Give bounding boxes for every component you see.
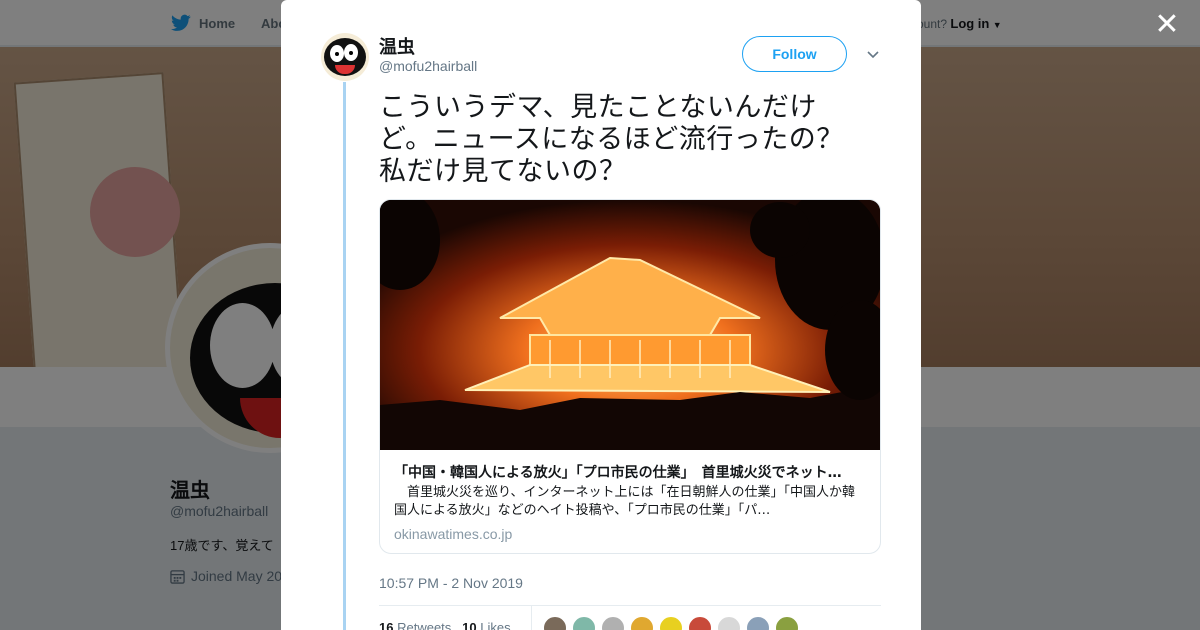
avatar-pupil-left bbox=[335, 52, 339, 56]
liker-avatar[interactable] bbox=[630, 616, 654, 630]
card-description: 首里城火災を巡り、インターネット上には「在日朝鮮人の仕業」「中国人か韓国人による… bbox=[394, 485, 855, 518]
card-title: 「中国・韓国人による放火」「プロ市民の仕業」 首里城火災でネット… bbox=[394, 465, 842, 481]
likes-count[interactable]: 10 bbox=[462, 620, 476, 630]
liker-avatar[interactable] bbox=[688, 616, 712, 630]
stats-separator bbox=[531, 606, 532, 630]
liker-avatar[interactable] bbox=[775, 616, 799, 630]
tweet-timestamp[interactable]: 10:57 PM - 2 Nov 2019 bbox=[379, 575, 523, 591]
liker-avatar[interactable] bbox=[601, 616, 625, 630]
liker-avatar[interactable] bbox=[717, 616, 741, 630]
follow-button[interactable]: Follow bbox=[742, 36, 847, 72]
card-image bbox=[380, 200, 880, 450]
liker-avatars bbox=[543, 616, 799, 630]
author-avatar[interactable] bbox=[321, 33, 369, 81]
author-handle[interactable]: @mofu2hairball bbox=[379, 58, 477, 74]
close-icon[interactable]: ✕ bbox=[1152, 10, 1182, 40]
liker-avatar[interactable] bbox=[543, 616, 567, 630]
retweets-label[interactable]: Retweets bbox=[397, 620, 451, 630]
tweet-text: こういうデマ、見たことないんだけど。ニュースになるほど流行ったの？私だけ見てない… bbox=[379, 92, 844, 187]
retweets-count[interactable]: 16 bbox=[379, 620, 393, 630]
liker-avatar[interactable] bbox=[572, 616, 596, 630]
tweet-modal: 温虫 @mofu2hairball Follow こういうデマ、見たことないんだ… bbox=[281, 0, 921, 630]
stats-divider bbox=[379, 605, 881, 606]
liker-avatar[interactable] bbox=[659, 616, 683, 630]
chevron-down-icon[interactable] bbox=[864, 45, 882, 63]
likes-label[interactable]: Likes bbox=[480, 620, 510, 630]
avatar-pupil-right bbox=[349, 51, 353, 55]
author-name[interactable]: 温虫 bbox=[379, 33, 415, 59]
tweet-stats: 16 Retweets 10 Likes bbox=[379, 620, 511, 630]
card-domain: okinawatimes.co.jp bbox=[394, 526, 513, 542]
link-card[interactable]: 「中国・韓国人による放火」「プロ市民の仕業」 首里城火災でネット… 首里城火災を… bbox=[379, 199, 881, 554]
thread-line bbox=[343, 82, 346, 630]
liker-avatar[interactable] bbox=[746, 616, 770, 630]
